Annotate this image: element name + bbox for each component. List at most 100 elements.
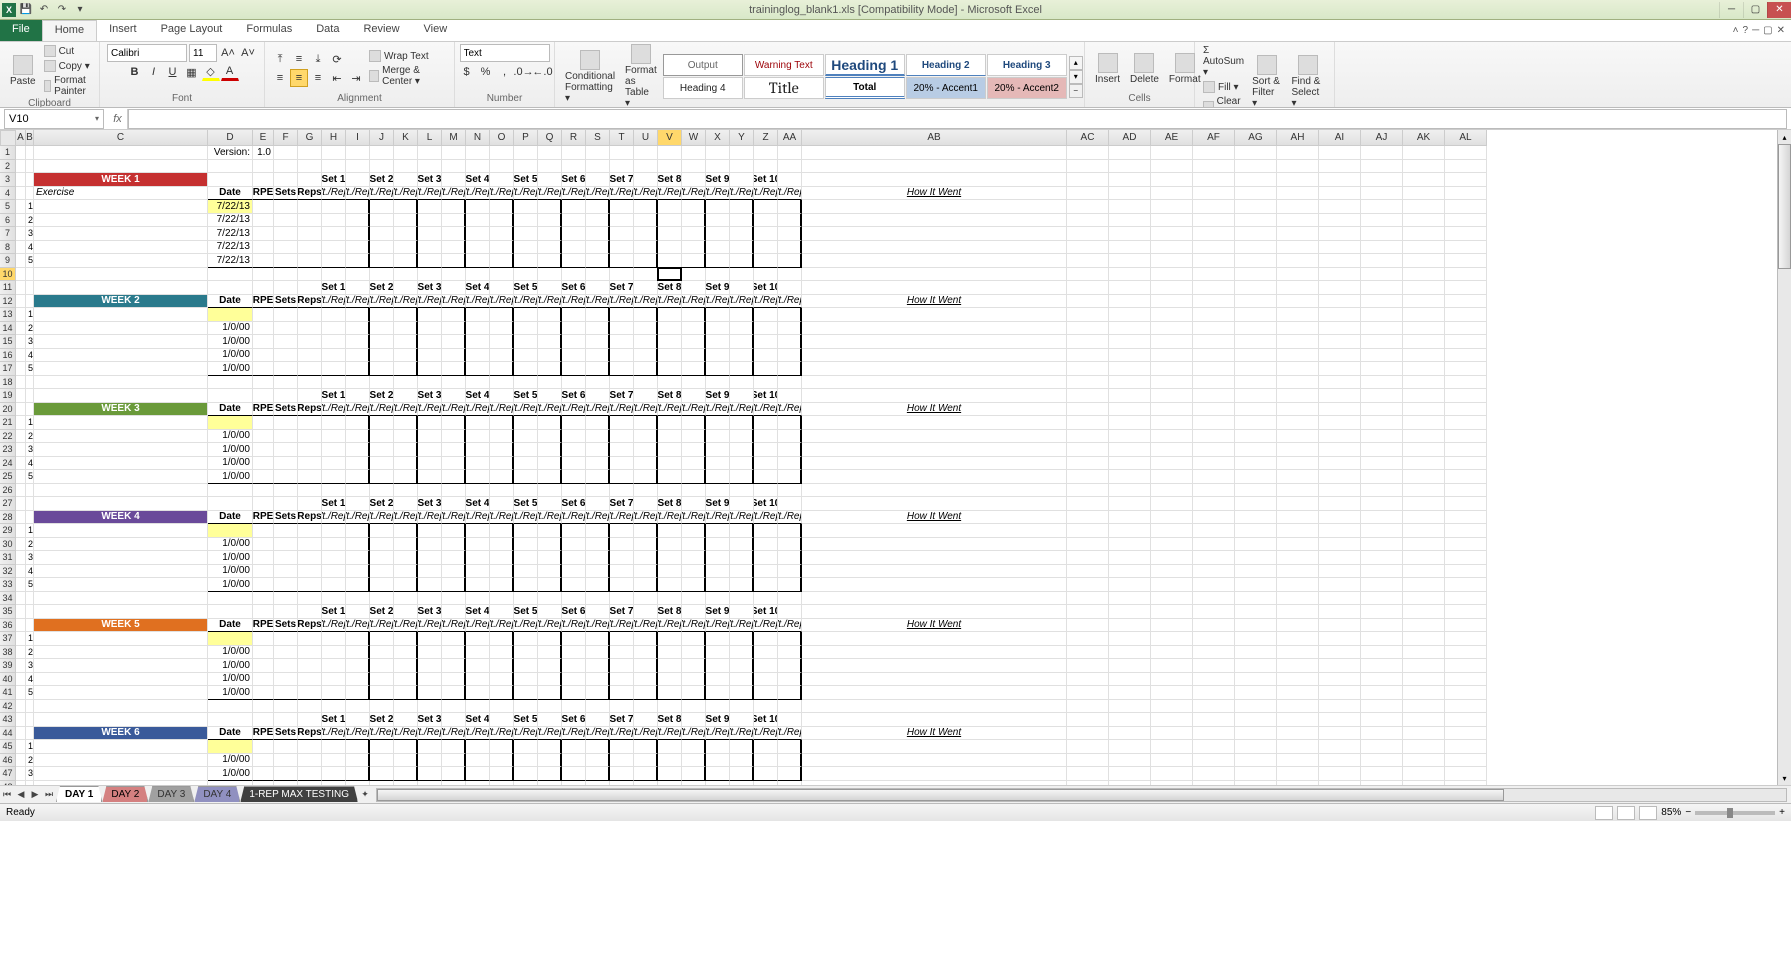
cell[interactable]: Date (208, 727, 253, 741)
cell[interactable] (706, 673, 730, 687)
cell[interactable] (730, 578, 754, 592)
cell[interactable] (466, 227, 490, 241)
cell[interactable]: 1 - (26, 524, 34, 538)
cell[interactable] (1151, 632, 1193, 646)
cell[interactable] (1235, 700, 1277, 714)
cell[interactable] (442, 538, 466, 552)
cell[interactable] (682, 173, 706, 187)
cell[interactable] (346, 781, 370, 786)
cell[interactable] (1067, 281, 1109, 295)
cell[interactable] (1319, 727, 1361, 741)
cell[interactable]: Set 4 (466, 281, 490, 295)
cell[interactable] (370, 781, 394, 786)
cell[interactable] (514, 470, 538, 484)
cell[interactable] (706, 335, 730, 349)
cell[interactable] (274, 322, 298, 336)
worksheet-grid[interactable]: ABCDEFGHIJKLMNOPQRSTUVWXYZAAABACADAEAFAG… (0, 130, 1791, 785)
cell[interactable] (610, 781, 634, 786)
cell[interactable] (610, 565, 634, 579)
cell[interactable] (370, 538, 394, 552)
cell[interactable] (1193, 578, 1235, 592)
cell[interactable] (418, 646, 442, 660)
cell[interactable]: RPE (253, 727, 274, 741)
cell[interactable] (610, 673, 634, 687)
cell[interactable]: Wt./Reps (538, 403, 562, 417)
cell[interactable] (1403, 389, 1445, 403)
col-header-O[interactable]: O (490, 130, 514, 146)
cell[interactable] (253, 578, 274, 592)
cell[interactable] (346, 268, 370, 282)
cell[interactable] (1151, 200, 1193, 214)
col-header-AF[interactable]: AF (1193, 130, 1235, 146)
cell[interactable]: Set 9 (706, 605, 730, 619)
cell[interactable] (1277, 457, 1319, 471)
cell[interactable] (538, 416, 562, 430)
cell[interactable] (1151, 349, 1193, 363)
cell[interactable] (346, 281, 370, 295)
cell[interactable] (16, 484, 26, 498)
row-header[interactable]: 31 (0, 551, 16, 565)
cell[interactable]: Set 3 (418, 389, 442, 403)
cell[interactable] (1403, 565, 1445, 579)
cell[interactable] (370, 457, 394, 471)
cell[interactable] (802, 673, 1067, 687)
cell[interactable] (586, 200, 610, 214)
cell[interactable] (26, 605, 34, 619)
cell[interactable] (1235, 146, 1277, 160)
cell[interactable] (1193, 470, 1235, 484)
cell[interactable] (274, 754, 298, 768)
cell[interactable] (562, 349, 586, 363)
cell[interactable] (1361, 187, 1403, 201)
cell[interactable] (802, 538, 1067, 552)
cell[interactable] (682, 160, 706, 174)
cell[interactable] (658, 416, 682, 430)
cell[interactable] (1277, 227, 1319, 241)
cell[interactable]: 1/0/00 (208, 673, 253, 687)
cell[interactable] (706, 241, 730, 255)
cell[interactable] (394, 686, 418, 700)
cell[interactable] (274, 646, 298, 660)
cell[interactable] (1193, 686, 1235, 700)
cell[interactable] (1109, 443, 1151, 457)
cell[interactable] (1109, 146, 1151, 160)
cell[interactable] (1193, 322, 1235, 336)
cell[interactable] (706, 308, 730, 322)
cell[interactable] (1151, 160, 1193, 174)
cell[interactable] (1319, 416, 1361, 430)
cell[interactable] (16, 470, 26, 484)
cell[interactable]: Wt./Reps (562, 295, 586, 309)
style-heading3[interactable]: Heading 3 (987, 54, 1067, 76)
cell[interactable] (490, 646, 514, 660)
cell[interactable] (514, 781, 538, 786)
row-header[interactable]: 26 (0, 484, 16, 498)
cell[interactable] (466, 538, 490, 552)
cell[interactable] (730, 308, 754, 322)
cell[interactable] (586, 659, 610, 673)
cell[interactable] (730, 362, 754, 376)
cell[interactable]: Wt./Reps (658, 619, 682, 633)
cell[interactable]: Wt./Reps (682, 727, 706, 741)
cell[interactable] (610, 538, 634, 552)
cell[interactable] (634, 686, 658, 700)
cell[interactable] (778, 214, 802, 228)
cell[interactable] (394, 592, 418, 606)
row-header[interactable]: 21 (0, 416, 16, 430)
sheet-tab-day1[interactable]: DAY 1 (56, 786, 102, 802)
cell[interactable] (1193, 632, 1235, 646)
cell[interactable]: Wt./Reps (634, 295, 658, 309)
cell[interactable] (538, 565, 562, 579)
cell[interactable] (253, 281, 274, 295)
cell[interactable] (682, 767, 706, 781)
cell[interactable] (730, 740, 754, 754)
cell[interactable] (658, 322, 682, 336)
cell[interactable] (1235, 322, 1277, 336)
cell[interactable]: Set 2 (370, 389, 394, 403)
cell[interactable] (274, 268, 298, 282)
cell[interactable] (1277, 727, 1319, 741)
cell[interactable] (208, 700, 253, 714)
cell[interactable] (1277, 403, 1319, 417)
cell[interactable] (1067, 659, 1109, 673)
cell[interactable] (682, 592, 706, 606)
cell[interactable]: Wt./Reps (418, 727, 442, 741)
cell[interactable] (298, 605, 322, 619)
